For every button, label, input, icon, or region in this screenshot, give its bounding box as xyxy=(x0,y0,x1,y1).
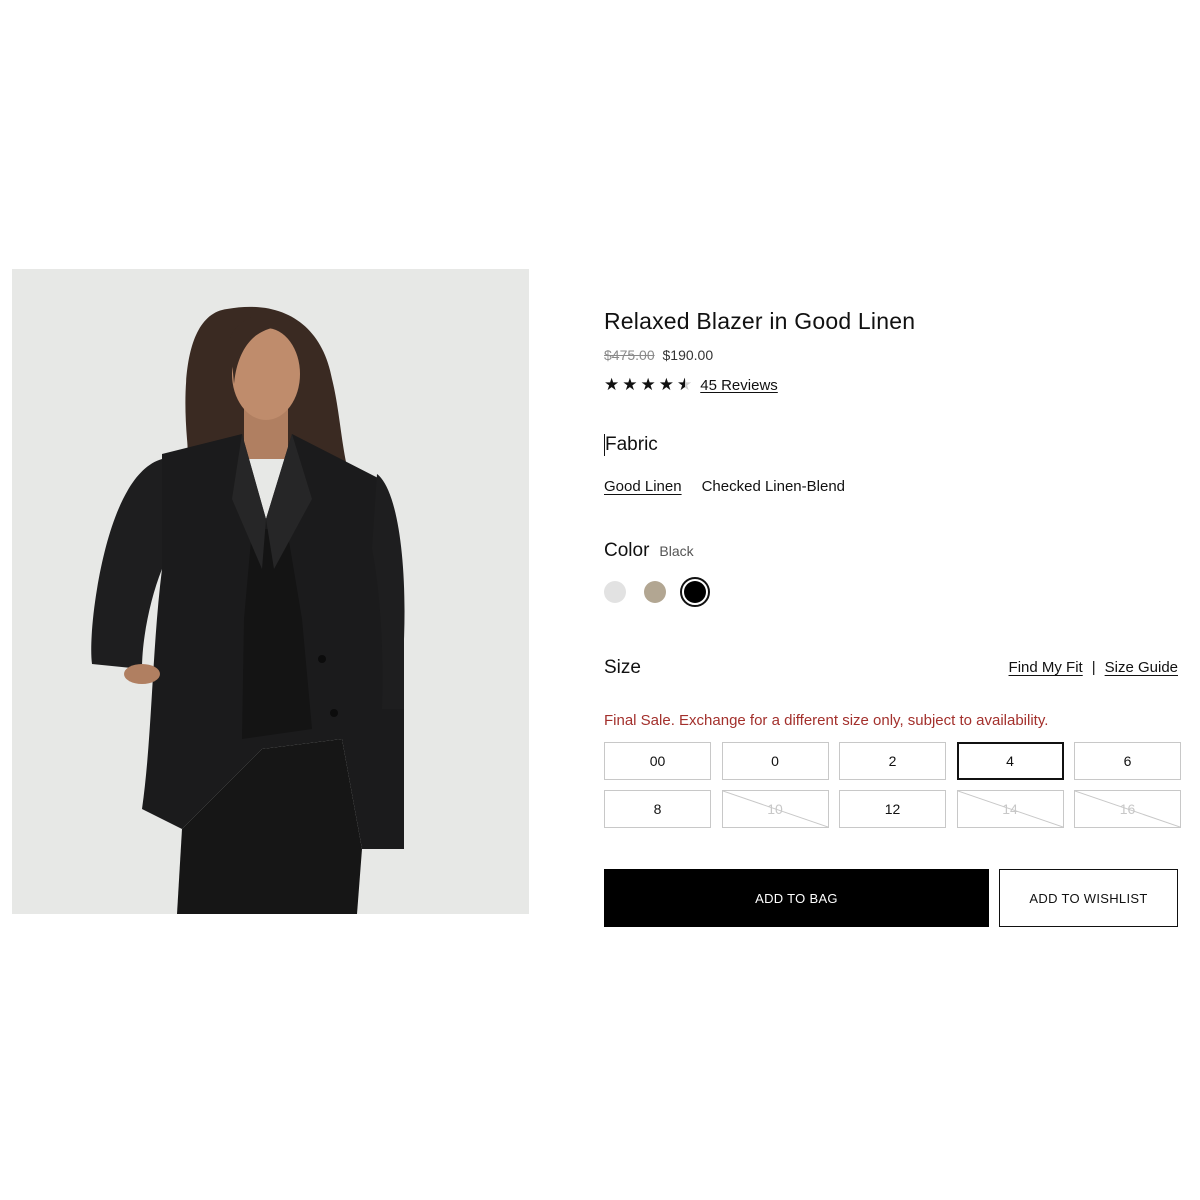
size-option-label: 00 xyxy=(649,753,666,769)
product-info-panel: Relaxed Blazer in Good Linen $475.00 $19… xyxy=(604,0,1181,1200)
find-my-fit-link[interactable]: Find My Fit xyxy=(1009,659,1083,676)
size-option-label: 6 xyxy=(1123,753,1132,769)
size-option[interactable]: 4 xyxy=(956,742,1064,780)
add-to-bag-button[interactable]: ADD TO BAG xyxy=(604,869,989,927)
product-title: Relaxed Blazer in Good Linen xyxy=(604,308,916,334)
price-block: $475.00 $190.00 xyxy=(604,347,713,363)
link-separator: | xyxy=(1091,659,1096,676)
rating-row: ★ ★ ★ ★ ★ ★ 45 Reviews xyxy=(604,375,778,395)
star-icon: ★ xyxy=(640,375,656,394)
unavailable-slash xyxy=(723,791,828,827)
size-links: Find My Fit | Size Guide xyxy=(1009,659,1178,676)
size-option[interactable]: 0 xyxy=(721,742,829,780)
unavailable-slash xyxy=(1075,791,1180,827)
color-swatch-black[interactable] xyxy=(680,577,710,607)
size-option[interactable]: 12 xyxy=(839,790,946,828)
size-guide-link[interactable]: Size Guide xyxy=(1105,659,1178,676)
product-image[interactable] xyxy=(12,269,529,914)
sale-price: $190.00 xyxy=(662,347,714,363)
size-grid: 00 0 2 4 6 8 10 12 14 16 xyxy=(604,742,1181,828)
star-icon: ★ xyxy=(658,375,674,394)
model-wearing-blazer-illustration xyxy=(12,269,529,914)
fabric-options: Good Linen Checked Linen-Blend xyxy=(604,478,845,495)
size-heading: Size xyxy=(604,657,641,678)
size-option[interactable]: 2 xyxy=(839,742,946,780)
star-icon: ★ xyxy=(604,375,620,394)
star-rating: ★ ★ ★ ★ ★ ★ xyxy=(604,375,692,395)
size-option-label: 4 xyxy=(1006,753,1014,769)
unavailable-slash xyxy=(958,791,1063,827)
color-swatch-light-grey[interactable] xyxy=(604,581,626,603)
size-option[interactable]: 16 xyxy=(1074,790,1181,828)
fabric-option-good-linen[interactable]: Good Linen xyxy=(604,478,682,495)
size-option[interactable]: 10 xyxy=(721,790,829,828)
fabric-option-checked-linen-blend[interactable]: Checked Linen-Blend xyxy=(702,478,845,495)
size-option-label: 8 xyxy=(653,801,662,817)
color-swatches xyxy=(604,577,710,607)
fabric-heading: Fabric xyxy=(604,434,658,456)
color-heading-row: Color Black xyxy=(604,540,694,562)
action-buttons: ADD TO BAG ADD TO WISHLIST xyxy=(604,869,1178,927)
size-option[interactable]: 14 xyxy=(956,790,1064,828)
final-sale-notice: Final Sale. Exchange for a different siz… xyxy=(604,712,1049,729)
size-option-label: 12 xyxy=(884,801,901,817)
color-heading: Color xyxy=(604,540,650,561)
size-option[interactable]: 6 xyxy=(1074,742,1181,780)
selected-color-name: Black xyxy=(659,543,694,559)
size-option-label: 0 xyxy=(771,753,779,769)
size-option-label: 2 xyxy=(888,753,897,769)
add-to-wishlist-button[interactable]: ADD TO WISHLIST xyxy=(999,869,1178,927)
half-star-icon: ★ ★ xyxy=(677,375,693,394)
star-icon: ★ xyxy=(622,375,638,394)
size-option[interactable]: 00 xyxy=(604,742,711,780)
size-option[interactable]: 8 xyxy=(604,790,711,828)
original-price: $475.00 xyxy=(604,347,655,363)
reviews-link[interactable]: 45 Reviews xyxy=(700,377,778,394)
color-swatch-taupe[interactable] xyxy=(644,581,666,603)
